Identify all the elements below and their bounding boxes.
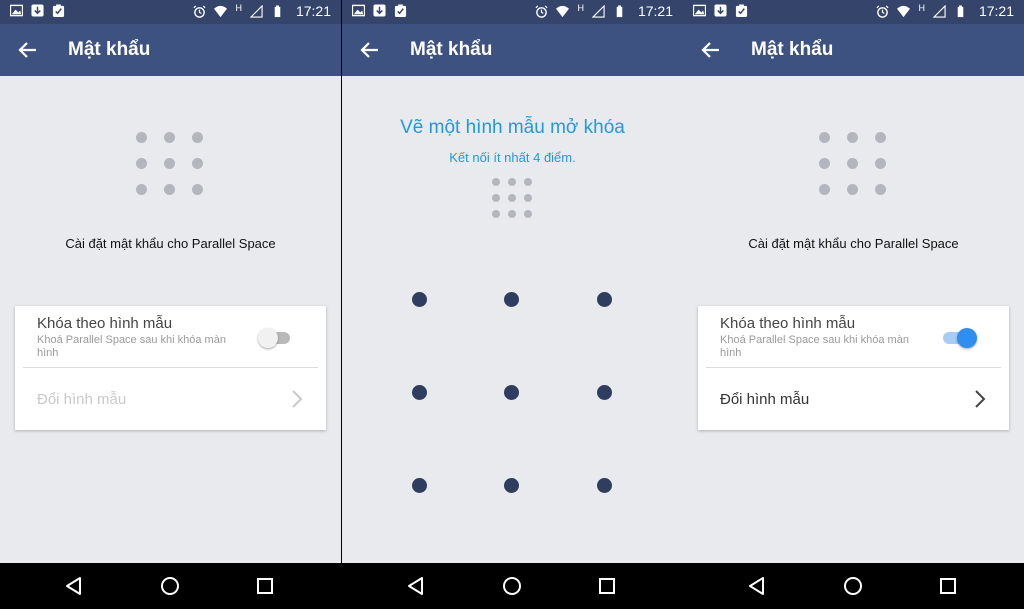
screen-draw-pattern: H 17:21 Mật khẩu Vẽ một hình mẫu mở khóa… <box>342 0 683 609</box>
change-pattern-label: Đổi hình mẫu <box>720 391 810 408</box>
download-icon <box>373 4 386 17</box>
pattern-hint: Kết nối ít nhất 4 điểm. <box>449 150 576 165</box>
page-title: Mật khẩu <box>68 39 151 60</box>
alarm-icon <box>876 4 889 18</box>
pattern-lock-description: Khoá Parallel Space sau khi khóa màn hìn… <box>720 334 909 359</box>
pattern-lock-row[interactable]: Khóa theo hình mẫu Khoá Parallel Space s… <box>698 306 1009 368</box>
recents-square-icon[interactable] <box>596 575 618 597</box>
battery-icon <box>957 4 964 17</box>
back-triangle-icon[interactable] <box>746 575 768 597</box>
clipboard-check-icon <box>394 4 407 17</box>
change-pattern-row[interactable]: Đổi hình mẫu <box>698 368 1009 430</box>
status-bar: H 17:21 <box>683 0 1024 24</box>
home-circle-icon[interactable] <box>501 575 523 597</box>
download-icon <box>714 4 727 17</box>
pattern-dot[interactable] <box>597 385 612 400</box>
app-bar: Mật khẩu <box>0 24 341 76</box>
clock: 17:21 <box>637 3 673 19</box>
image-icon <box>693 4 706 17</box>
back-arrow-icon[interactable] <box>358 38 382 62</box>
clock: 17:21 <box>295 3 331 19</box>
app-bar: Mật khẩu <box>683 24 1024 76</box>
screen-settings-on: H 17:21 Mật khẩu Cài đặt mật khẩu cho Pa… <box>683 0 1024 609</box>
app-bar: Mật khẩu <box>342 24 683 76</box>
battery-icon <box>274 4 281 17</box>
password-subtitle: Cài đặt mật khẩu cho Parallel Space <box>65 236 276 251</box>
pattern-lock-toggle[interactable] <box>941 327 977 348</box>
change-pattern-row[interactable]: Đổi hình mẫu <box>15 368 326 430</box>
pattern-dot[interactable] <box>504 292 519 307</box>
pattern-settings-card: Khóa theo hình mẫu Khoá Parallel Space s… <box>698 306 1009 430</box>
wifi-icon <box>897 5 911 17</box>
back-arrow-icon[interactable] <box>699 38 723 62</box>
network-type-label: H <box>577 3 584 13</box>
page-title: Mật khẩu <box>751 39 834 60</box>
password-subtitle: Cài đặt mật khẩu cho Parallel Space <box>748 236 959 251</box>
pattern-heading: Vẽ một hình mẫu mở khóa <box>400 117 625 138</box>
pattern-lock-label: Khóa theo hình mẫu <box>37 315 173 332</box>
home-circle-icon[interactable] <box>159 575 181 597</box>
signal-icon <box>249 4 263 18</box>
signal-icon <box>932 4 946 18</box>
screen-settings-off: H 17:21 Mật khẩu Cài đặt mật khẩu cho Pa… <box>0 0 341 609</box>
pattern-preview-icon <box>819 132 889 196</box>
back-triangle-icon[interactable] <box>63 575 85 597</box>
network-type-label: H <box>918 3 925 13</box>
pattern-lock-row[interactable]: Khóa theo hình mẫu Khoá Parallel Space s… <box>15 306 326 368</box>
back-triangle-icon[interactable] <box>405 575 427 597</box>
status-bar: H 17:21 <box>0 0 341 24</box>
pattern-preview-icon <box>136 132 206 196</box>
pattern-dot[interactable] <box>597 292 612 307</box>
wifi-icon <box>214 5 228 17</box>
pattern-lock-toggle[interactable] <box>258 327 292 348</box>
pattern-progress-icon <box>492 178 532 218</box>
page-title: Mật khẩu <box>410 39 493 60</box>
pattern-input-grid[interactable] <box>402 282 622 502</box>
pattern-dot[interactable] <box>597 478 612 493</box>
wifi-icon <box>556 5 570 17</box>
status-bar: H 17:21 <box>342 0 683 24</box>
pattern-dot[interactable] <box>412 385 427 400</box>
clipboard-check-icon <box>735 4 748 17</box>
navigation-bar <box>0 563 341 609</box>
image-icon <box>352 4 365 17</box>
alarm-icon <box>535 4 548 18</box>
back-arrow-icon[interactable] <box>16 38 40 62</box>
home-circle-icon[interactable] <box>842 575 864 597</box>
image-icon <box>10 4 23 17</box>
navigation-bar <box>342 563 683 609</box>
pattern-lock-label: Khóa theo hình mẫu <box>720 315 856 332</box>
recents-square-icon[interactable] <box>937 575 959 597</box>
pattern-settings-card: Khóa theo hình mẫu Khoá Parallel Space s… <box>15 306 326 430</box>
chevron-right-icon <box>292 390 303 408</box>
pattern-dot[interactable] <box>504 478 519 493</box>
download-icon <box>31 4 44 17</box>
pattern-dot[interactable] <box>504 385 519 400</box>
navigation-bar <box>683 563 1024 609</box>
alarm-icon <box>193 4 206 18</box>
recents-square-icon[interactable] <box>254 575 276 597</box>
pattern-lock-description: Khoá Parallel Space sau khi khóa màn hìn… <box>37 334 226 359</box>
clipboard-check-icon <box>52 4 65 17</box>
signal-icon <box>591 4 605 18</box>
network-type-label: H <box>235 3 242 13</box>
change-pattern-label: Đổi hình mẫu <box>37 391 127 408</box>
clock: 17:21 <box>978 3 1014 19</box>
pattern-dot[interactable] <box>412 478 427 493</box>
chevron-right-icon <box>975 390 986 408</box>
battery-icon <box>616 4 623 17</box>
pattern-dot[interactable] <box>412 292 427 307</box>
